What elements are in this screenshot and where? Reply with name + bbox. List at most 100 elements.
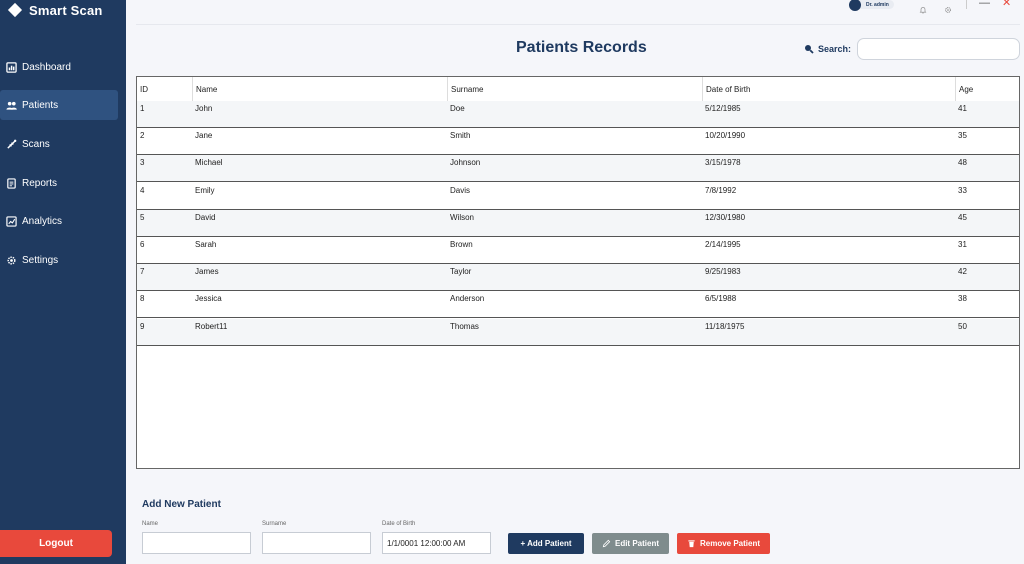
cell-name: Jane: [195, 131, 213, 141]
app-brand: Smart Scan: [7, 2, 103, 18]
cell-surname: Johnson: [450, 158, 481, 168]
cell-date-of-birth: 6/5/1988: [705, 294, 737, 304]
column-header-age[interactable]: Age: [955, 77, 1019, 101]
dashboard-icon: [6, 61, 17, 73]
search-input[interactable]: [857, 38, 1020, 60]
table-row[interactable]: 6 Sarah Brown 2/14/1995 31: [137, 237, 1019, 264]
window-controls-divider: [966, 0, 967, 9]
cell-date-of-birth: 7/8/1992: [705, 185, 737, 195]
surname-field-label: Surname: [262, 521, 287, 527]
patients-table: ID Name Surname Date of Birth Age 1 John D…: [136, 76, 1020, 469]
scan-icon: [7, 139, 17, 149]
name-field-label: Name: [142, 521, 159, 527]
cell-name: Robert11: [195, 321, 228, 331]
app-title: Smart Scan: [29, 2, 103, 18]
dob-field-label: Date of Birth: [382, 521, 416, 527]
name-field[interactable]: [142, 532, 251, 554]
cell-name: Sarah: [195, 240, 217, 249]
cell-id: 5: [140, 212, 145, 222]
table-row[interactable]: 5 David Wilson 12/30/1980 45: [137, 209, 1019, 237]
sidebar-item-label: Settings: [22, 254, 59, 266]
cell-name: David: [195, 212, 216, 222]
sidebar-item-reports[interactable]: Reports: [0, 168, 118, 198]
cell-age: 38: [958, 294, 967, 304]
search-icon: [805, 45, 814, 54]
cell-surname: Doe: [450, 104, 465, 113]
column-header-name[interactable]: Name: [192, 77, 447, 101]
cell-age: 50: [958, 321, 967, 331]
cell-age: 35: [958, 131, 967, 141]
cell-date-of-birth: 12/30/1980: [705, 212, 746, 222]
cell-id: 8: [140, 294, 145, 304]
cell-id: 3: [140, 158, 145, 168]
table-row[interactable]: 8 Jessica Anderson 6/5/1988 38: [137, 291, 1019, 319]
add-patient-button[interactable]: + Add Patient: [508, 533, 584, 554]
bell-icon[interactable]: [919, 1, 927, 14]
sidebar-item-label: Reports: [22, 177, 58, 189]
cell-surname: Davis: [450, 185, 471, 195]
user-menu[interactable]: Dr. admin: [849, 0, 894, 11]
sidebar-item-label: Patients: [22, 99, 59, 111]
cell-id: 6: [140, 240, 145, 249]
edit-patient-button[interactable]: Edit Patient: [592, 533, 669, 554]
cell-surname: Brown: [450, 240, 473, 249]
sidebar: Smart Scan Dashboard Patients Scans Repo…: [0, 0, 126, 564]
remove-patient-button[interactable]: Remove Patient: [677, 533, 770, 554]
table-row[interactable]: 4 Emily Davis 7/8/1992 33: [137, 183, 1019, 210]
title-bar: Dr. admin — ✕: [126, 0, 1024, 14]
sidebar-item-dashboard[interactable]: Dashboard: [0, 52, 118, 82]
cell-date-of-birth: 3/15/1978: [705, 158, 741, 168]
dob-field[interactable]: [382, 532, 491, 554]
sidebar-item-settings[interactable]: Settings: [0, 245, 118, 275]
search-label: Search:: [804, 44, 851, 54]
cell-date-of-birth: 10/20/1990: [705, 131, 746, 141]
cell-date-of-birth: 2/14/1995: [705, 240, 741, 249]
sidebar-item-analytics[interactable]: Analytics: [0, 206, 118, 236]
cell-age: 41: [958, 104, 967, 113]
users-icon: [6, 101, 17, 110]
column-header-id[interactable]: ID: [137, 77, 192, 101]
cell-id: 1: [140, 104, 145, 113]
sidebar-item-scans[interactable]: Scans: [0, 129, 118, 159]
table-row[interactable]: 2 Jane Smith 10/20/1990 35: [137, 128, 1019, 156]
cell-id: 7: [140, 267, 145, 277]
gear-icon[interactable]: [944, 1, 952, 13]
cell-date-of-birth: 9/25/1983: [705, 267, 741, 277]
table-row[interactable]: 1 John Doe 5/12/1985 41: [137, 101, 1019, 128]
cell-date-of-birth: 11/18/1975: [705, 321, 745, 331]
report-icon: [7, 177, 16, 189]
trash-icon: [688, 540, 695, 548]
table-row[interactable]: 9 Robert11 Thomas 11/18/1975 50: [137, 318, 1019, 346]
cell-id: 9: [140, 321, 145, 331]
analytics-icon: [6, 215, 17, 227]
table-header: ID Name Surname Date of Birth Age: [137, 77, 1019, 101]
cell-age: 45: [958, 212, 967, 222]
gear-icon: [7, 255, 16, 265]
table-row[interactable]: 7 James Taylor 9/25/1983 42: [137, 264, 1019, 292]
sidebar-item-label: Dashboard: [22, 61, 71, 73]
cell-name: Michael: [195, 158, 223, 168]
sidebar-item-label: Scans: [22, 138, 50, 150]
sidebar-item-patients[interactable]: Patients: [0, 90, 118, 120]
user-name: Dr. admin: [866, 1, 889, 8]
column-header-date-of-birth[interactable]: Date of Birth: [702, 77, 955, 101]
cell-date-of-birth: 5/12/1985: [705, 104, 741, 113]
surname-field[interactable]: [262, 532, 371, 554]
cell-name: Emily: [195, 185, 215, 195]
sidebar-item-label: Analytics: [22, 215, 63, 227]
cell-id: 2: [140, 131, 145, 141]
cell-age: 33: [958, 185, 967, 195]
close-button[interactable]: ✕: [1002, 0, 1011, 9]
cell-surname: Thomas: [450, 321, 479, 331]
cell-name: John: [195, 104, 213, 113]
minimize-button[interactable]: —: [979, 0, 990, 9]
add-patient-title: Add New Patient: [142, 499, 221, 510]
table-row[interactable]: 3 Michael Johnson 3/15/1978 48: [137, 155, 1019, 183]
column-header-surname[interactable]: Surname: [447, 77, 702, 101]
cell-surname: Smith: [450, 131, 471, 141]
cell-surname: Anderson: [450, 294, 485, 304]
cell-age: 48: [958, 158, 967, 168]
logout-button[interactable]: Logout: [0, 530, 112, 557]
page-title: Patients Records: [516, 39, 647, 56]
cell-name: Jessica: [195, 294, 222, 304]
